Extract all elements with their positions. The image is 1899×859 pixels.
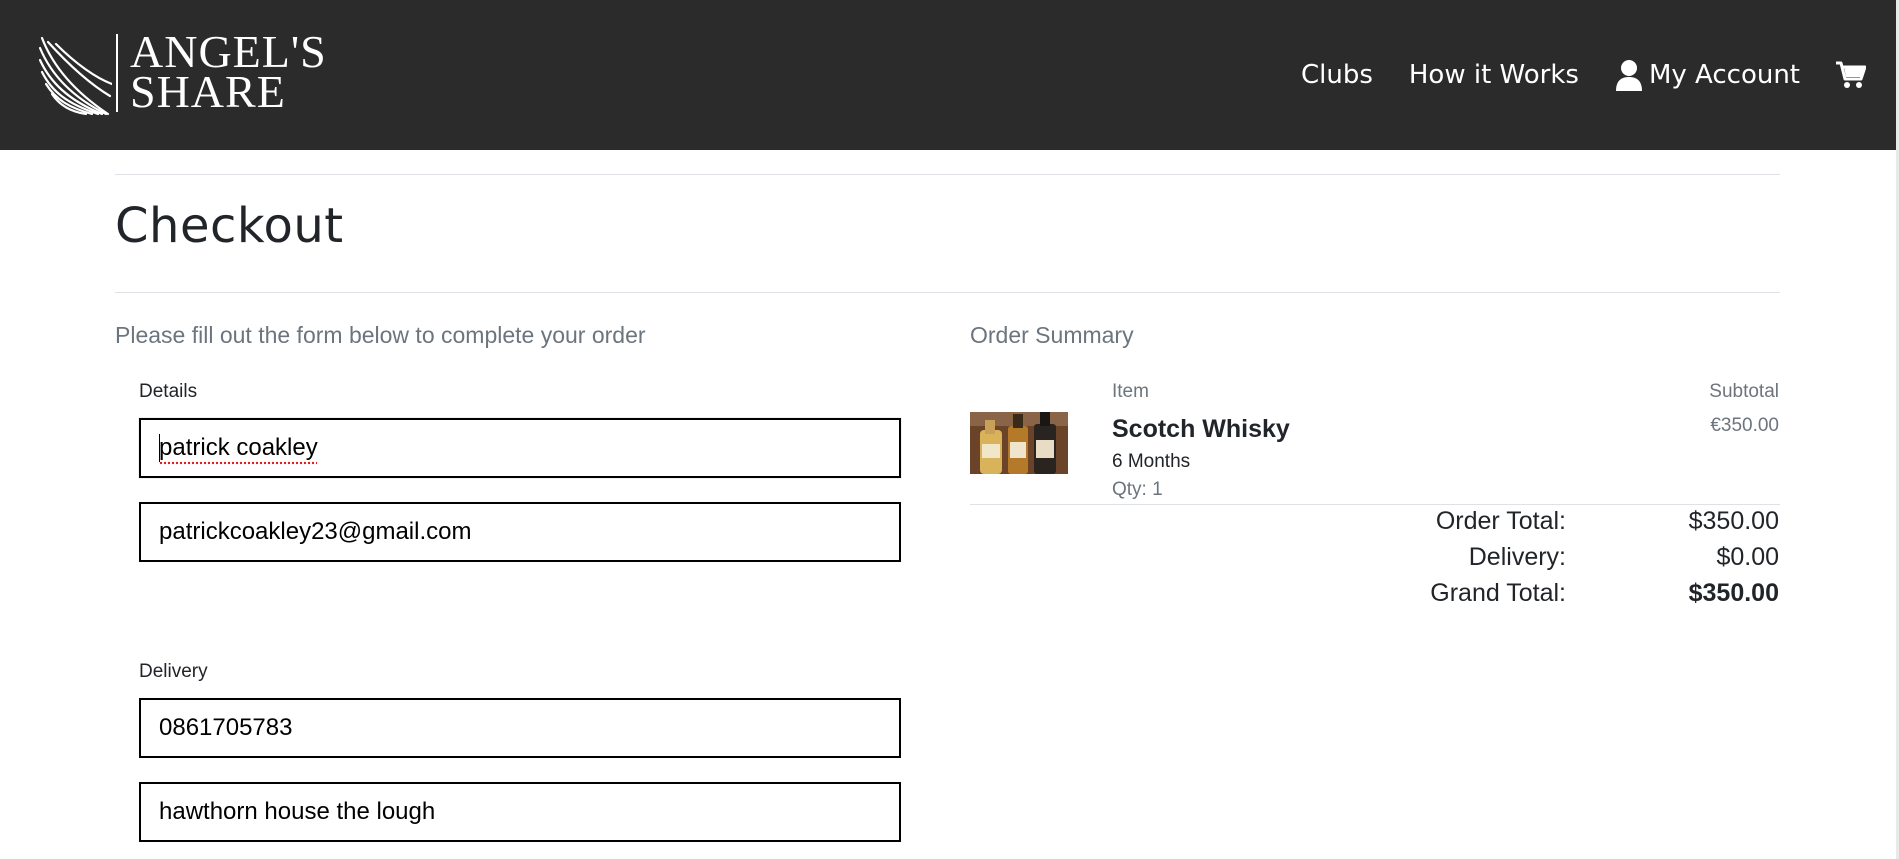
product-plan: 6 Months bbox=[1112, 451, 1191, 472]
grand-total-value: $350.00 bbox=[1688, 579, 1779, 607]
delivery-value: $0.00 bbox=[1716, 543, 1779, 571]
email-input[interactable] bbox=[139, 502, 901, 562]
product-name: Scotch Whisky bbox=[1112, 415, 1290, 443]
text-cursor bbox=[159, 434, 160, 462]
user-icon bbox=[1615, 60, 1642, 91]
grand-total-label: Grand Total: bbox=[1430, 579, 1566, 607]
product-quantity: Qty: 1 bbox=[1112, 479, 1163, 500]
order-total-value: $350.00 bbox=[1688, 507, 1779, 535]
column-header-item: Item bbox=[1112, 381, 1149, 402]
delivery-legend: Delivery bbox=[139, 661, 208, 682]
logo-text-line2: SHARE bbox=[130, 66, 286, 117]
nav-clubs[interactable]: Clubs bbox=[1301, 60, 1373, 90]
summary-divider bbox=[970, 504, 1780, 505]
site-logo[interactable]: ANGEL'S SHARE bbox=[38, 29, 326, 120]
street-address-input[interactable] bbox=[139, 782, 901, 842]
column-header-subtotal: Subtotal bbox=[1709, 381, 1779, 402]
nav-my-account-label: My Account bbox=[1648, 60, 1800, 90]
divider-top bbox=[115, 174, 1780, 175]
product-image-icon bbox=[970, 412, 1068, 474]
form-instructions: Please fill out the form below to comple… bbox=[115, 322, 646, 348]
product-subtotal: €350.00 bbox=[1710, 415, 1779, 436]
details-legend: Details bbox=[139, 381, 198, 402]
nav-my-account[interactable]: My Account bbox=[1615, 59, 1800, 91]
order-summary-heading: Order Summary bbox=[970, 322, 1134, 348]
shopping-cart-icon[interactable] bbox=[1836, 61, 1866, 89]
phone-number-input[interactable] bbox=[139, 698, 901, 758]
wing-icon bbox=[38, 36, 112, 116]
full-name-input[interactable] bbox=[139, 418, 901, 478]
whisky-bottles-image bbox=[970, 412, 1068, 474]
divider-mid bbox=[115, 292, 1780, 293]
page-title: Checkout bbox=[115, 198, 344, 254]
logo-divider bbox=[116, 34, 118, 112]
nav-how-it-works[interactable]: How it Works bbox=[1409, 60, 1579, 90]
spellcheck-underline bbox=[159, 461, 317, 465]
order-total-label: Order Total: bbox=[1435, 507, 1566, 535]
main-nav: Clubs How it Works My Account bbox=[1265, 0, 1866, 150]
delivery-label: Delivery: bbox=[1468, 543, 1566, 571]
site-header: ANGEL'S SHARE Clubs How it Works My Acco… bbox=[0, 0, 1896, 150]
